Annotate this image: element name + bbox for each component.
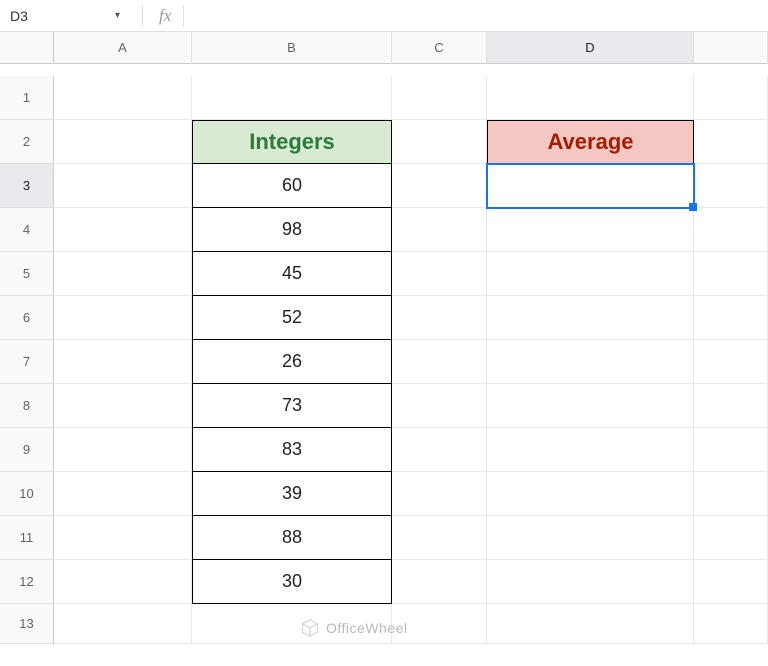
row-header-13[interactable]: 13	[0, 604, 54, 644]
cell-C6[interactable]	[392, 296, 487, 340]
divider	[183, 5, 184, 27]
cell-A2[interactable]	[54, 120, 192, 164]
cell-B3[interactable]: 60	[192, 164, 392, 208]
cell-B7[interactable]: 26	[192, 340, 392, 384]
cell-C7[interactable]	[392, 340, 487, 384]
cell-B12[interactable]: 30	[192, 560, 392, 604]
cell-B5[interactable]: 45	[192, 252, 392, 296]
row-header-11[interactable]: 11	[0, 516, 54, 560]
cell-B11[interactable]: 88	[192, 516, 392, 560]
row-header-5[interactable]: 5	[0, 252, 54, 296]
row-header-4[interactable]: 4	[0, 208, 54, 252]
formula-input[interactable]	[194, 4, 768, 28]
row-header-9[interactable]: 9	[0, 428, 54, 472]
name-box-dropdown-icon[interactable]: ▾	[115, 10, 120, 21]
cell-B8[interactable]: 73	[192, 384, 392, 428]
cell-E11[interactable]	[694, 516, 768, 560]
cell-E5[interactable]	[694, 252, 768, 296]
row-header-7[interactable]: 7	[0, 340, 54, 384]
cell-A5[interactable]	[54, 252, 192, 296]
cell-D10[interactable]	[487, 472, 694, 516]
cell-E3[interactable]	[694, 164, 768, 208]
spreadsheet-grid[interactable]: A B C D 1 2 Integers Average 3 60 4 98 5…	[0, 32, 768, 648]
cell-B4[interactable]: 98	[192, 208, 392, 252]
cell-A4[interactable]	[54, 208, 192, 252]
cell-D9[interactable]	[487, 428, 694, 472]
cell-C13[interactable]	[392, 604, 487, 644]
cell-A11[interactable]	[54, 516, 192, 560]
cell-E9[interactable]	[694, 428, 768, 472]
col-header-E[interactable]	[694, 32, 768, 64]
col-header-C[interactable]: C	[392, 32, 487, 64]
cell-C9[interactable]	[392, 428, 487, 472]
cell-C11[interactable]	[392, 516, 487, 560]
cell-E8[interactable]	[694, 384, 768, 428]
cell-C2[interactable]	[392, 120, 487, 164]
row-header-2[interactable]: 2	[0, 120, 54, 164]
select-all-corner[interactable]	[0, 32, 54, 64]
cell-A12[interactable]	[54, 560, 192, 604]
cell-D8[interactable]	[487, 384, 694, 428]
cell-E7[interactable]	[694, 340, 768, 384]
cell-E12[interactable]	[694, 560, 768, 604]
cell-D4[interactable]	[487, 208, 694, 252]
cell-B9[interactable]: 83	[192, 428, 392, 472]
cell-D1[interactable]	[487, 76, 694, 120]
cell-E6[interactable]	[694, 296, 768, 340]
cell-D7[interactable]	[487, 340, 694, 384]
cell-C12[interactable]	[392, 560, 487, 604]
cell-B2-integers-header[interactable]: Integers	[192, 120, 392, 164]
cell-D5[interactable]	[487, 252, 694, 296]
row-header-12[interactable]: 12	[0, 560, 54, 604]
col-header-D[interactable]: D	[487, 32, 694, 64]
cell-C3[interactable]	[392, 164, 487, 208]
cell-C5[interactable]	[392, 252, 487, 296]
name-box-wrap: ▾	[4, 4, 134, 28]
cell-D11[interactable]	[487, 516, 694, 560]
cell-E1[interactable]	[694, 76, 768, 120]
col-header-B[interactable]: B	[192, 32, 392, 64]
cell-E2[interactable]	[694, 120, 768, 164]
cell-D6[interactable]	[487, 296, 694, 340]
cell-A3[interactable]	[54, 164, 192, 208]
cell-A6[interactable]	[54, 296, 192, 340]
cell-C8[interactable]	[392, 384, 487, 428]
divider	[142, 5, 143, 27]
cell-E4[interactable]	[694, 208, 768, 252]
formula-bar-row: ▾ fx	[0, 0, 768, 32]
cell-A10[interactable]	[54, 472, 192, 516]
cell-B6[interactable]: 52	[192, 296, 392, 340]
cell-D2-average-header[interactable]: Average	[487, 120, 694, 164]
col-header-A[interactable]: A	[54, 32, 192, 64]
row-header-1[interactable]: 1	[0, 76, 54, 120]
cell-C4[interactable]	[392, 208, 487, 252]
cell-B1[interactable]	[192, 76, 392, 120]
cell-B13[interactable]	[192, 604, 392, 644]
cell-A13[interactable]	[54, 604, 192, 644]
cell-D13[interactable]	[487, 604, 694, 644]
cell-C10[interactable]	[392, 472, 487, 516]
cell-D12[interactable]	[487, 560, 694, 604]
row-header-3[interactable]: 3	[0, 164, 54, 208]
cell-E13[interactable]	[694, 604, 768, 644]
fx-icon: fx	[159, 6, 171, 26]
cell-D3-selected[interactable]	[487, 164, 694, 208]
cell-B10[interactable]: 39	[192, 472, 392, 516]
cell-C1[interactable]	[392, 76, 487, 120]
cell-A8[interactable]	[54, 384, 192, 428]
row-header-10[interactable]: 10	[0, 472, 54, 516]
row-header-6[interactable]: 6	[0, 296, 54, 340]
cell-A1[interactable]	[54, 76, 192, 120]
cell-A9[interactable]	[54, 428, 192, 472]
name-box[interactable]	[4, 4, 102, 28]
cell-A7[interactable]	[54, 340, 192, 384]
cell-E10[interactable]	[694, 472, 768, 516]
row-header-8[interactable]: 8	[0, 384, 54, 428]
